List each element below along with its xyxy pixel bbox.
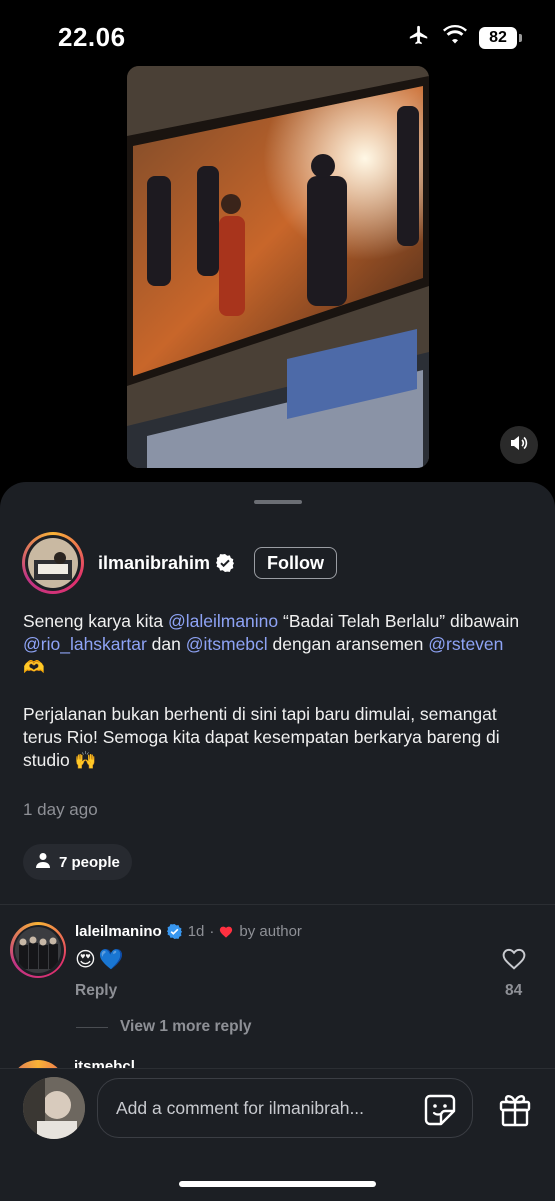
comment-like-count: 84 [505,982,523,999]
post-time-ago: 1 day ago [23,800,98,819]
verified-badge-icon [166,924,182,939]
comment-time: 1d [187,923,205,940]
caption-text: “Badai Telah Berlalu” dibawain [278,611,520,631]
heart-outline-icon [501,948,527,974]
reply-thread-line [76,1026,108,1028]
view-more-replies-button[interactable]: View 1 more reply [76,1018,252,1036]
tagged-people-button[interactable]: 7 people [23,844,132,880]
post-caption: Seneng karya kita @laleilmanino “Badai T… [23,610,523,796]
video-player[interactable] [127,66,429,468]
emoji-blue-heart: 💙 [98,949,124,971]
caption-text: Seneng karya kita [23,611,168,631]
comment-avatar[interactable] [10,922,66,978]
sticker-icon [423,1094,457,1131]
gift-button[interactable] [498,1091,532,1127]
my-avatar [23,1077,85,1139]
post-author-row: ilmanibrahim Follow [22,532,338,594]
caption-paragraph-1: Seneng karya kita @laleilmanino “Badai T… [23,610,523,679]
reply-button[interactable]: Reply [75,982,117,1000]
mention-link[interactable]: @laleilmanino [168,611,278,631]
person-icon [35,852,51,872]
caption-text: dengan aransemen [267,634,429,654]
author-username[interactable]: ilmanibrahim [98,553,210,574]
wifi-icon [443,25,467,50]
battery-indicator: 82 [479,26,522,49]
comment-body: 😍 💙 [75,947,124,972]
airplane-icon [407,24,431,51]
heart-filled-icon [219,925,233,938]
author-avatar[interactable] [22,532,84,594]
caption-text: 🫶 [23,657,45,677]
comment-composer [0,1068,555,1201]
comment-username[interactable]: laleilmanino [75,923,162,940]
sound-toggle-button[interactable] [500,426,538,464]
comments-sheet: ilmanibrahim Follow Seneng karya kita @l… [0,482,555,1201]
gift-icon [498,1094,532,1131]
status-bar: 22.06 82 [0,0,555,70]
follow-button[interactable]: Follow [254,547,338,579]
sheet-drag-handle[interactable] [254,500,302,504]
mention-link[interactable]: @itsmebcl [186,634,268,654]
status-icons: 82 [407,24,522,51]
like-comment-button[interactable] [501,946,529,974]
home-indicator[interactable] [179,1181,376,1187]
mention-link[interactable]: @rsteven [428,634,503,654]
emoji-heart-eyes: 😍 [75,949,96,971]
meta-separator: · [209,923,215,940]
verified-badge-icon [216,554,235,572]
view-more-replies-label: View 1 more reply [120,1018,252,1035]
sticker-button[interactable] [423,1093,457,1127]
tagged-people-label: 7 people [59,853,120,871]
comment-header: laleilmanino 1d · by author [75,923,302,940]
liked-by-author-label: by author [239,923,302,940]
comment-input[interactable] [97,1078,473,1138]
divider [0,904,555,905]
speaker-icon [510,435,528,456]
caption-text: dan [146,634,186,654]
mention-link[interactable]: @rio_lahskartar [23,634,147,654]
status-time: 22.06 [58,22,126,52]
comment-item: laleilmanino 1d · by author 😍 💙 Reply 84… [0,918,555,1038]
caption-paragraph-2: Perjalanan bukan berhenti di sini tapi b… [23,704,500,770]
